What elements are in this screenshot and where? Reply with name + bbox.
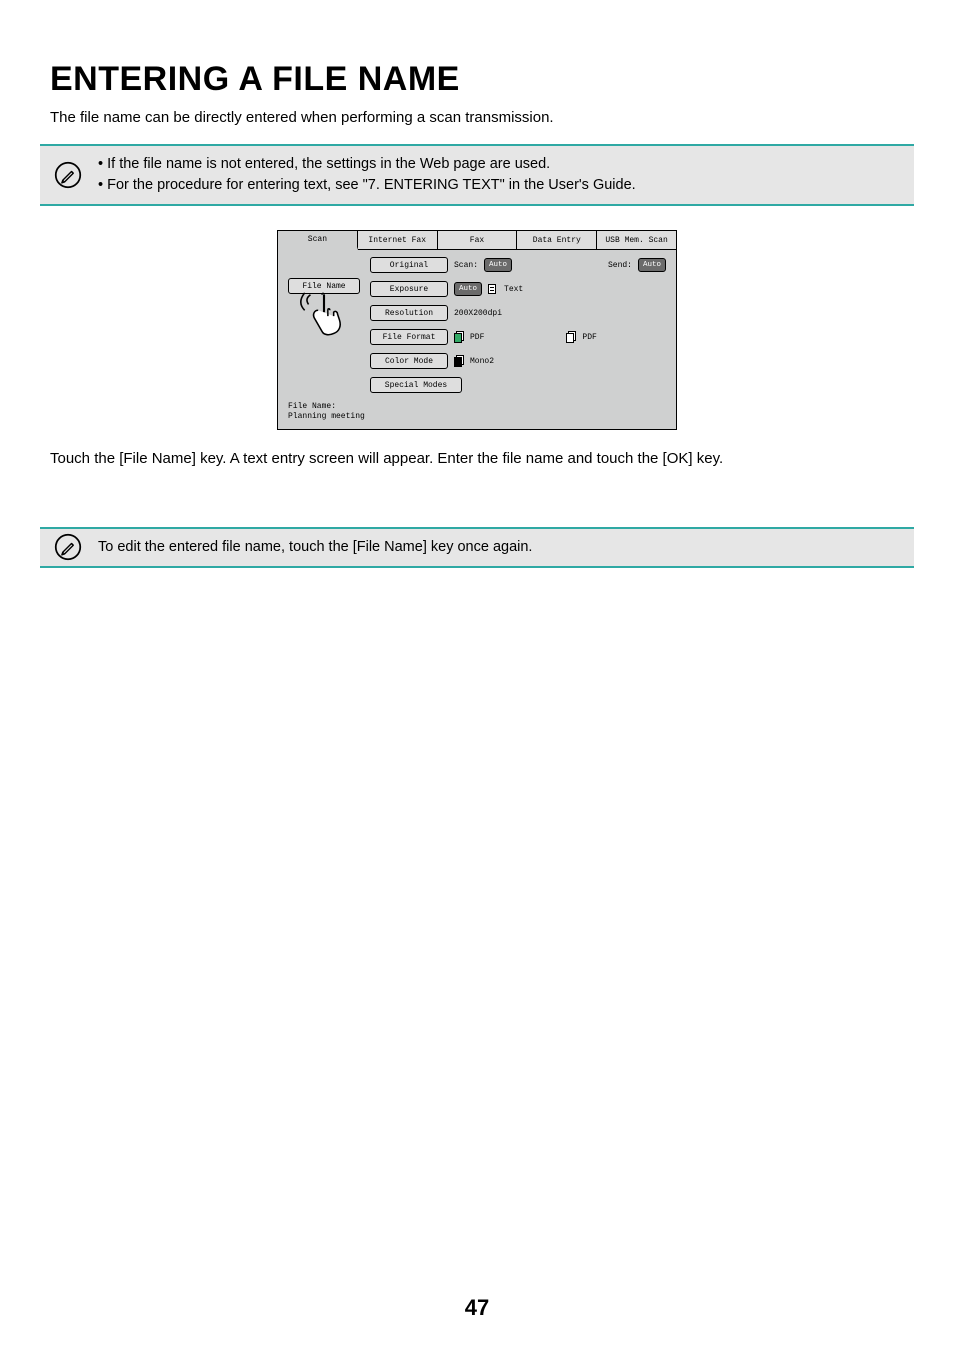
resolution-value: 200X200dpi — [454, 309, 502, 318]
original-button[interactable]: Original — [370, 257, 448, 273]
note-text: To edit the entered file name, touch the… — [98, 539, 532, 555]
document-mono-icon — [566, 331, 576, 343]
file-name-value: Planning meeting — [288, 412, 666, 422]
scan-value: Auto — [484, 258, 512, 272]
note-content: To edit the entered file name, touch the… — [98, 537, 532, 558]
lcd-panel: Scan Internet Fax Fax Data Entry USB Mem… — [277, 230, 677, 430]
send-value: Auto — [638, 258, 666, 272]
exposure-button[interactable]: Exposure — [370, 281, 448, 297]
tab-scan[interactable]: Scan — [278, 231, 358, 250]
note-box-edit: To edit the entered file name, touch the… — [40, 527, 914, 568]
tab-label: Internet Fax — [368, 236, 426, 245]
intro-paragraph: The file name can be directly entered wh… — [50, 109, 904, 126]
file-format-value-1: PDF — [470, 333, 484, 342]
tab-internet-fax[interactable]: Internet Fax — [358, 231, 438, 249]
page-heading: ENTERING A FILE NAME — [50, 60, 904, 99]
special-modes-button[interactable]: Special Modes — [370, 377, 462, 393]
tab-fax[interactable]: Fax — [438, 231, 518, 249]
tab-label: USB Mem. Scan — [605, 236, 667, 245]
tab-label: Scan — [308, 235, 327, 244]
note-content: • If the file name is not entered, the s… — [98, 154, 636, 196]
instruction-paragraph: Touch the [File Name] key. A text entry … — [50, 450, 904, 467]
exposure-type: Text — [504, 285, 523, 294]
exposure-mode: Auto — [454, 282, 482, 296]
tab-data-entry[interactable]: Data Entry — [517, 231, 597, 249]
document-bw-icon — [454, 355, 464, 367]
note-line: • For the procedure for entering text, s… — [98, 175, 636, 196]
pointing-hand-icon — [295, 288, 353, 348]
file-name-label: File Name: — [288, 402, 666, 412]
file-format-button[interactable]: File Format — [370, 329, 448, 345]
note-line: • If the file name is not entered, the s… — [98, 154, 636, 175]
page-number: 47 — [0, 1295, 954, 1321]
mode-tabs: Scan Internet Fax Fax Data Entry USB Mem… — [278, 231, 676, 250]
tab-label: Fax — [470, 236, 484, 245]
resolution-button[interactable]: Resolution — [370, 305, 448, 321]
scan-label: Scan: — [454, 261, 478, 270]
file-format-value-2: PDF — [582, 333, 596, 342]
tab-usb-scan[interactable]: USB Mem. Scan — [597, 231, 676, 249]
color-mode-value: Mono2 — [470, 357, 494, 366]
pencil-circle-icon — [54, 161, 82, 189]
color-mode-button[interactable]: Color Mode — [370, 353, 448, 369]
document-color-icon — [454, 331, 464, 343]
send-label: Send: — [608, 261, 632, 270]
note-box-settings: • If the file name is not entered, the s… — [40, 144, 914, 206]
pencil-circle-icon — [54, 533, 82, 561]
page-icon — [488, 284, 498, 294]
tab-label: Data Entry — [533, 236, 581, 245]
